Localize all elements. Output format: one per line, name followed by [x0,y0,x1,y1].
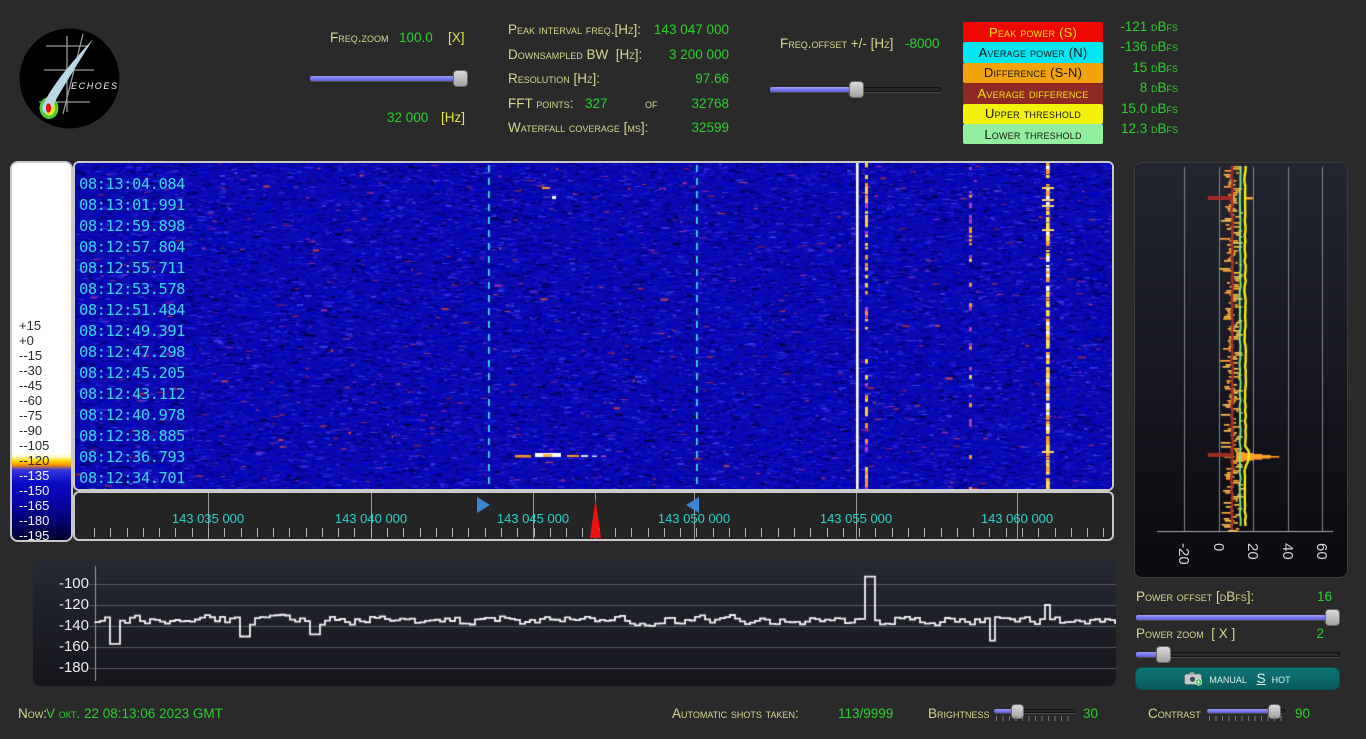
stat-waterfall-coverage: Waterfall coverage [ms]: 32599 [508,120,729,135]
legend-value: 8 dBfs [1139,80,1178,96]
peak-frequency-marker-icon [590,493,601,539]
freq-zoom-unit: [X] [448,30,465,45]
colorscale-label: --120 [19,453,50,468]
frequency-tick-label: 143 055 000 [819,511,893,526]
stat-fft-points: FFT points: 327 of 32768 [508,95,729,111]
power-zoom-value: 2 [1316,626,1324,641]
frequency-tick-label: 143 045 000 [496,511,570,526]
echoes-logo: ECHOES [19,28,120,129]
power-plot-tick-label: -20 [1175,543,1192,565]
power-plot-tick-label: 20 [1244,543,1261,560]
power-offset-value: 16 [1316,589,1332,604]
spectrum-tick-label: -120 [58,596,89,613]
interval-begin-marker-icon[interactable] [477,497,490,513]
power-offset-label: Power offset [dBfs]: [1136,589,1255,604]
freq-offset-slider[interactable] [770,81,941,98]
brightness-slider[interactable] [994,704,1075,721]
slider-handle[interactable] [1155,646,1171,663]
slider-fill [770,87,856,92]
colorscale-label: --180 [19,513,50,528]
freq-offset-value: -8000 [905,36,940,51]
waterfall-canvas[interactable] [75,163,1112,489]
colorscale-label: --30 [19,363,43,378]
waterfall-colorscale: +15 +0 --15 --30 --45 --60 --75 --90 --105 --120-… [10,161,73,542]
now-label: Now: [18,706,47,721]
legend-value: 15 dBfs [1132,59,1178,75]
freq-zoom-slider[interactable] [310,70,469,87]
brightness-label: Brightness [928,706,990,721]
colorscale-label: --195 [19,528,50,542]
frequency-axis: 143 035 000 143 040 000 143 045 000 143 050… [73,491,1114,541]
slider-tickmarks [1209,716,1283,721]
colorscale-label: --60 [19,393,43,408]
freq-zoom-label: Freq.zoom [330,30,389,45]
slider-fill [310,76,461,81]
spectrum-tick-label: -180 [58,659,89,676]
legend-value: -136 dBfs [1120,39,1178,55]
spectrum-tick-label: -160 [58,638,89,655]
manual-shot-button[interactable]: manual Shot [1135,667,1340,690]
slider-handle[interactable] [1324,609,1340,626]
auto-shots-value: 113/9999 [838,706,894,721]
spectrum-plot-canvas [33,560,1116,686]
frequency-tick-label: 143 035 000 [171,511,245,526]
power-plot-tick-label: 60 [1313,543,1330,560]
colorscale-label: --45 [19,378,43,393]
slider-handle[interactable] [453,70,469,87]
stat-peak-interval-freq: Peak interval freq.[Hz]: 143 047 000 [508,22,729,37]
freq-zoom-value: 100.0 [399,30,433,45]
freq-offset-label: Freq.offset +/- [Hz] [780,36,894,51]
stat-resolution: Resolution [Hz]: 97.66 [508,71,729,86]
colorscale-label: +15 [19,318,42,333]
spectrum-plot-panel: -100 -120 -140 -160 -180 [33,560,1116,686]
colorscale-label: --165 [19,498,50,513]
power-plot-tick-label: 0 [1210,543,1227,552]
logo-title: ECHOES [71,81,119,91]
legend-value: -121 dBfs [1120,19,1178,34]
freq-zoom-bw-unit: [Hz] [441,110,466,125]
freq-zoom-bw-value: 32 000 [387,110,429,125]
frequency-tick-label: 143 040 000 [334,511,408,526]
power-offset-slider[interactable] [1136,609,1340,626]
contrast-slider[interactable] [1207,704,1285,721]
now-value: V окт. 22 08:13:06 2023 GMT [46,706,223,721]
contrast-value: 90 [1295,706,1311,721]
frequency-tick-label: 143 050 000 [657,511,731,526]
stat-downsampled-bw: Downsampled BW [Hz]: 3 200 000 [508,46,729,62]
power-plot-panel: -20 0 20 40 60 [1134,162,1348,578]
power-zoom-label: Power zoom [ X ] [1136,626,1236,641]
spectrum-tick-label: -100 [58,575,89,592]
auto-shots-label: Automatic shots taken: [672,706,799,721]
slider-fill [1207,709,1275,713]
contrast-label: Contrast [1148,706,1201,721]
colorscale-label: --135 [19,468,50,483]
slider-handle[interactable] [848,81,864,98]
colorscale-label: --105 [19,438,50,453]
colorscale-label: +0 [19,333,34,348]
power-zoom-slider[interactable] [1136,646,1340,663]
slider-tickmarks [996,716,1073,721]
colorscale-label: --90 [19,423,43,438]
brightness-value: 30 [1083,706,1099,721]
spectrum-tick-label: -140 [58,617,89,634]
frequency-tick-label: 143 060 000 [980,511,1054,526]
colorscale-label: --15 [19,348,43,363]
power-plot-tick-label: 40 [1279,543,1296,560]
colorscale-label: --150 [19,483,50,498]
interval-end-marker-icon[interactable] [686,497,699,513]
colorscale-label: --75 [19,408,43,423]
legend-value: 15.0 dBfs [1120,100,1178,116]
camera-plus-icon [1184,672,1203,686]
power-plot-canvas [1135,163,1347,577]
legend-value: 12.3 dBfs [1120,120,1178,136]
slider-fill [1136,615,1332,620]
waterfall-display[interactable]: 08:13:04.084 08:13:01.991 08:12:59.898 08:1… [73,161,1114,491]
echoes-app-window: ECHOES Freq.zoom 100.0 [X] 32 000 [Hz] P… [0,0,1366,739]
